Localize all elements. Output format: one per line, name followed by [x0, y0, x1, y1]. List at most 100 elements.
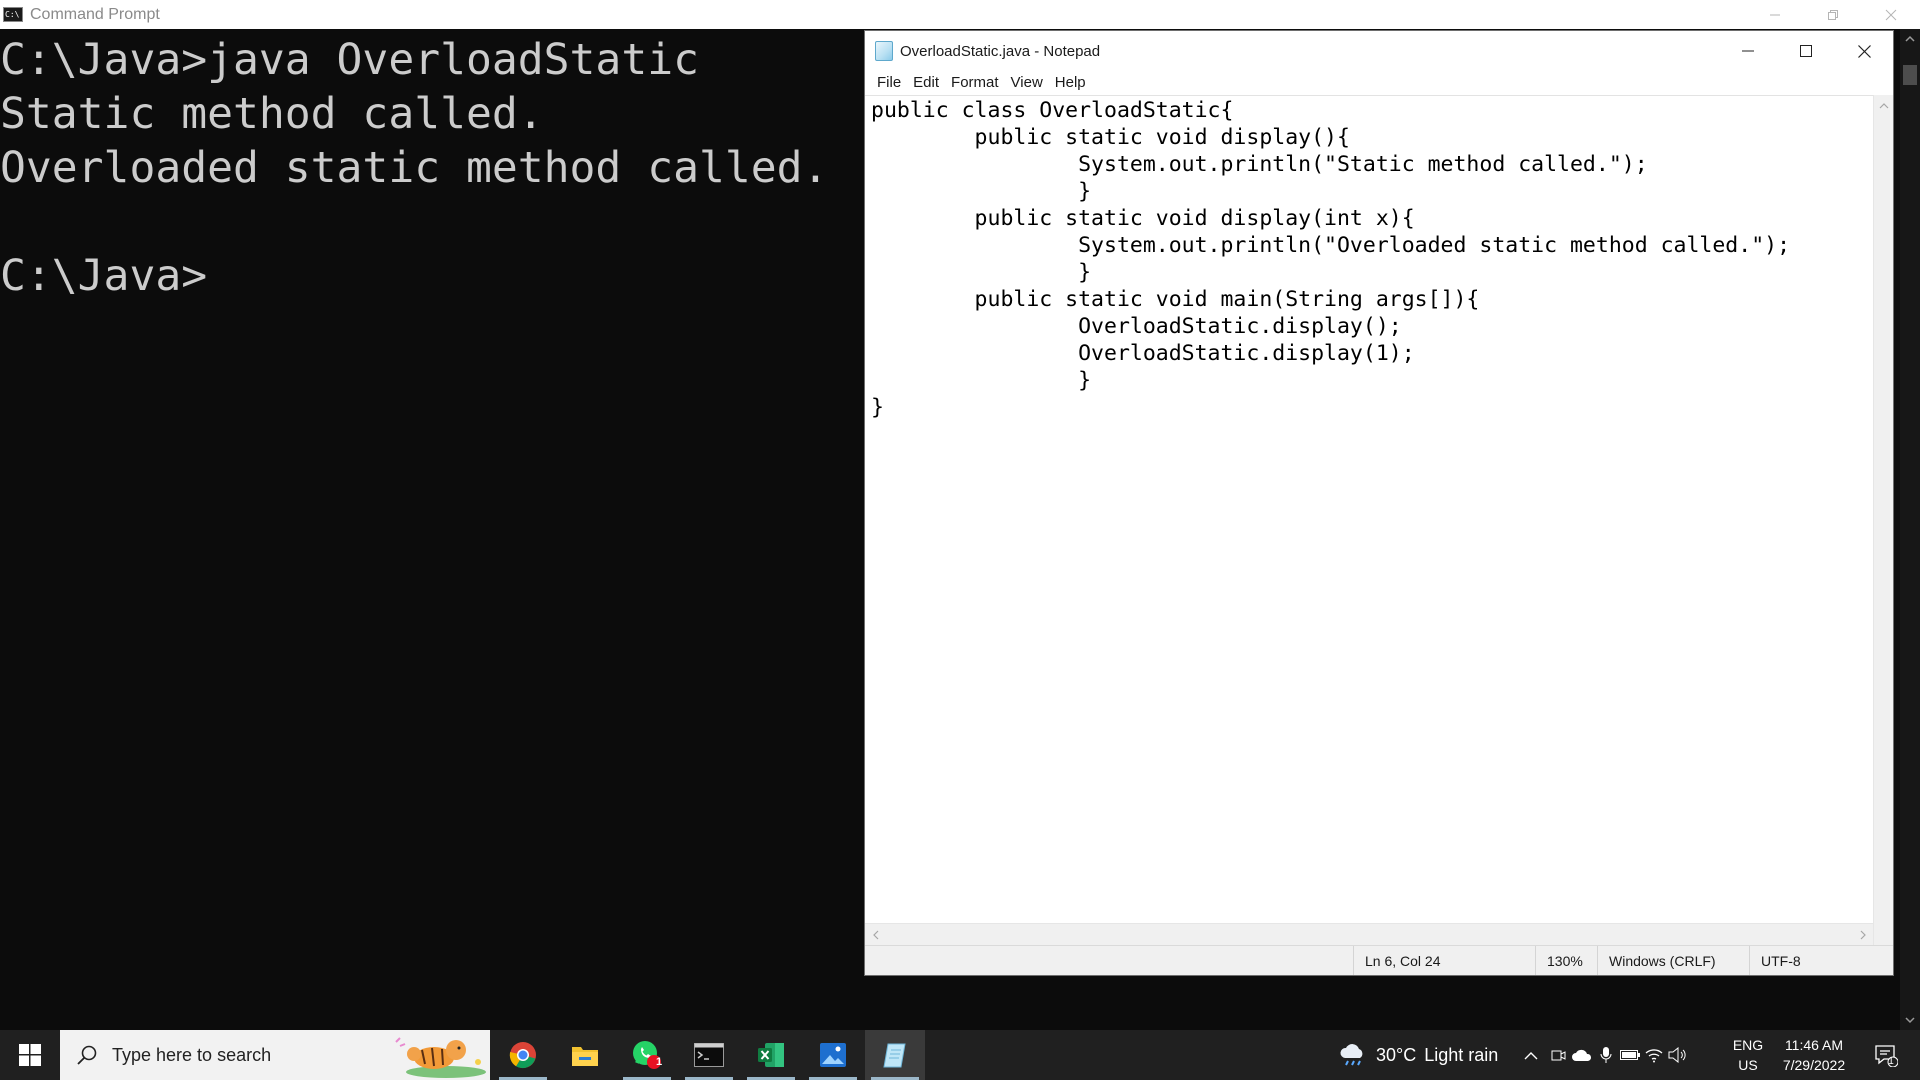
menu-file[interactable]: File [871, 74, 907, 91]
menu-edit[interactable]: Edit [907, 74, 945, 91]
notepad-text-area[interactable]: public class OverloadStatic{ public stat… [865, 95, 1873, 959]
maximize-icon [1800, 45, 1812, 57]
battery-icon [1620, 1050, 1640, 1060]
onedrive-cloud-icon [1572, 1049, 1592, 1061]
language-code: ENG [1732, 1037, 1764, 1053]
scroll-right-arrow[interactable] [1855, 924, 1871, 946]
cmd-titlebar: C:\ Command Prompt [0, 0, 1920, 29]
notepad-window-controls [1719, 31, 1893, 71]
onedrive-button[interactable] [1570, 1030, 1594, 1080]
notepad-maximize-button[interactable] [1777, 31, 1835, 71]
weather-condition: Light rain [1424, 1044, 1499, 1065]
windows-logo-icon [19, 1044, 41, 1066]
chevron-up-icon [1879, 102, 1889, 108]
rain-cloud-icon [1340, 1044, 1363, 1066]
chevron-up-icon [1905, 35, 1915, 42]
notepad-window: OverloadStatic.java - Notepad File Edit … [864, 30, 1894, 976]
speaker-icon [1668, 1047, 1686, 1063]
microphone-icon [1600, 1047, 1612, 1063]
notepad-window-title: OverloadStatic.java - Notepad [900, 42, 1101, 60]
start-button[interactable] [0, 1030, 60, 1080]
code-line: OverloadStatic.display(); [871, 314, 1402, 339]
taskbar-chrome[interactable] [493, 1030, 553, 1080]
notepad-horizontal-scrollbar[interactable] [865, 923, 1873, 945]
battery-button[interactable] [1618, 1030, 1642, 1080]
wifi-icon [1645, 1049, 1663, 1063]
photos-icon [820, 1043, 846, 1067]
chevron-right-icon [1860, 930, 1866, 940]
camera-icon [1551, 1050, 1566, 1061]
code-line: OverloadStatic.display(1); [871, 341, 1415, 366]
microphone-button[interactable] [1594, 1030, 1618, 1080]
scroll-down-arrow[interactable] [1900, 1012, 1920, 1028]
command-prompt-icon [694, 1043, 724, 1067]
taskbar-notepad[interactable] [865, 1030, 925, 1080]
code-line: System.out.println("Static method called… [871, 152, 1648, 177]
notepad-menubar: File Edit Format View Help [865, 71, 1893, 93]
notepad-icon [875, 41, 893, 61]
scroll-up-arrow[interactable] [1874, 97, 1893, 113]
code-line: } [871, 179, 1092, 204]
weather-widget[interactable]: 30°C Light rain [1338, 1030, 1498, 1080]
taskbar-photos[interactable] [803, 1030, 863, 1080]
cmd-vertical-scrollbar[interactable] [1900, 29, 1920, 1030]
notepad-statusbar: Ln 6, Col 24 130% Windows (CRLF) UTF-8 [865, 945, 1893, 975]
taskbar-search-box[interactable]: Type here to search [60, 1030, 490, 1080]
notepad-minimize-button[interactable] [1719, 31, 1777, 71]
code-line: public static void main(String args[]){ [871, 287, 1480, 312]
minimize-icon [1770, 14, 1780, 15]
code-line: } [871, 395, 884, 420]
chrome-icon [509, 1042, 536, 1069]
excel-icon [758, 1043, 784, 1067]
scroll-left-arrow[interactable] [867, 924, 883, 946]
meet-now-button[interactable] [1546, 1030, 1570, 1080]
menu-view[interactable]: View [1005, 74, 1049, 91]
show-hidden-icons-button[interactable] [1516, 1030, 1546, 1080]
status-encoding: UTF-8 [1749, 946, 1869, 975]
minimize-button[interactable] [1746, 0, 1804, 29]
taskbar-excel[interactable] [741, 1030, 801, 1080]
notification-count: 1 [1888, 1056, 1894, 1067]
minimize-icon [1742, 50, 1754, 52]
status-cursor-position: Ln 6, Col 24 [1353, 946, 1533, 975]
taskbar-file-explorer[interactable] [555, 1030, 615, 1080]
file-explorer-icon [572, 1047, 598, 1066]
scroll-up-arrow[interactable] [1900, 31, 1920, 47]
chevron-up-icon [1524, 1051, 1538, 1059]
restore-button[interactable] [1804, 0, 1862, 29]
cmd-window-controls [1746, 0, 1920, 29]
notepad-icon [883, 1043, 906, 1068]
code-line: public static void display(){ [871, 125, 1350, 150]
menu-help[interactable]: Help [1049, 74, 1092, 91]
code-line: public class OverloadStatic{ [871, 98, 1234, 123]
close-button[interactable] [1862, 0, 1920, 29]
notepad-titlebar: OverloadStatic.java - Notepad [865, 31, 1893, 71]
chevron-down-icon [1905, 1017, 1915, 1024]
notification-center-button[interactable]: 1 [1866, 1030, 1906, 1080]
clock-date: 7/29/2022 [1782, 1057, 1846, 1073]
wifi-button[interactable] [1642, 1030, 1666, 1080]
code-line: } [871, 260, 1092, 285]
search-placeholder: Type here to search [112, 1044, 272, 1065]
volume-button[interactable] [1666, 1030, 1690, 1080]
close-icon [1857, 44, 1871, 58]
notepad-vertical-scrollbar[interactable] [1873, 95, 1893, 959]
system-tray-icons [1516, 1030, 1690, 1080]
scroll-thumb[interactable] [1903, 65, 1917, 85]
weather-temperature: 30°C [1376, 1044, 1417, 1065]
language-indicator[interactable]: ENG US [1728, 1030, 1768, 1080]
code-line: } [871, 368, 1092, 393]
whatsapp-badge: 1 [655, 1056, 663, 1068]
close-icon [1885, 9, 1897, 20]
search-icon [74, 1042, 100, 1068]
menu-format[interactable]: Format [945, 74, 1005, 91]
restore-icon [1828, 9, 1838, 20]
taskbar: Type here to search 1 30°C Light rain EN… [0, 1030, 1920, 1080]
taskbar-whatsapp[interactable]: 1 [617, 1030, 677, 1080]
tiger-highlight-icon [395, 1037, 486, 1078]
taskbar-command-prompt[interactable] [679, 1030, 739, 1080]
clock[interactable]: 11:46 AM 7/29/2022 [1772, 1030, 1856, 1080]
status-zoom: 130% [1535, 946, 1595, 975]
status-line-ending: Windows (CRLF) [1597, 946, 1747, 975]
notepad-close-button[interactable] [1835, 31, 1893, 71]
